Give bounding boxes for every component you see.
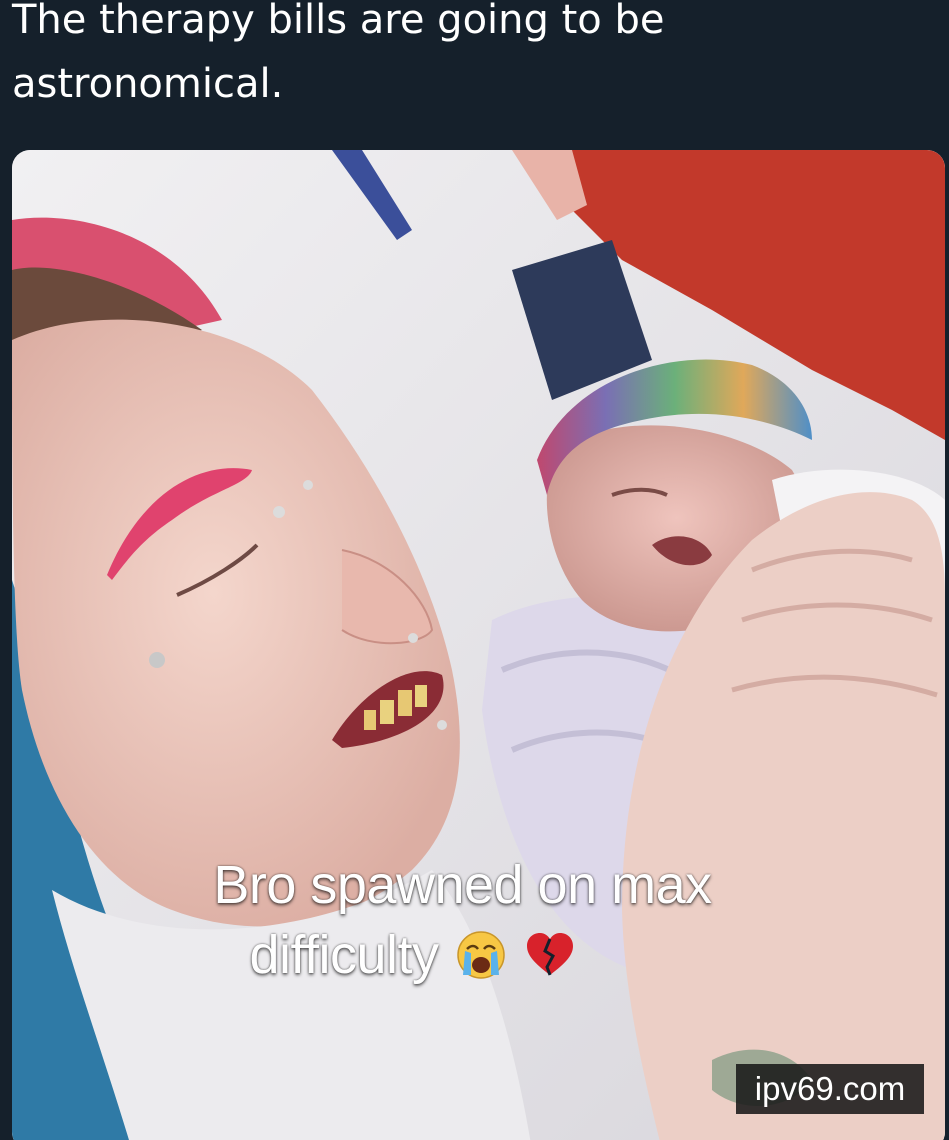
broken-heart-icon bbox=[526, 933, 573, 976]
post-image[interactable] bbox=[12, 150, 945, 1140]
loudly-crying-face-icon bbox=[457, 931, 505, 979]
image-overlay-text-line2: difficulty bbox=[0, 923, 887, 987]
post-caption: The therapy bills are going to be astron… bbox=[12, 0, 665, 107]
watermark: ipv69.com bbox=[736, 1064, 924, 1114]
image-overlay-text-line1: Bro spawned on max bbox=[213, 855, 712, 915]
meme-post: The therapy bills are going to be astron… bbox=[0, 0, 949, 1140]
image-overlay-text-line2-label: difficulty bbox=[249, 925, 439, 985]
hospital-photo bbox=[12, 150, 945, 1140]
